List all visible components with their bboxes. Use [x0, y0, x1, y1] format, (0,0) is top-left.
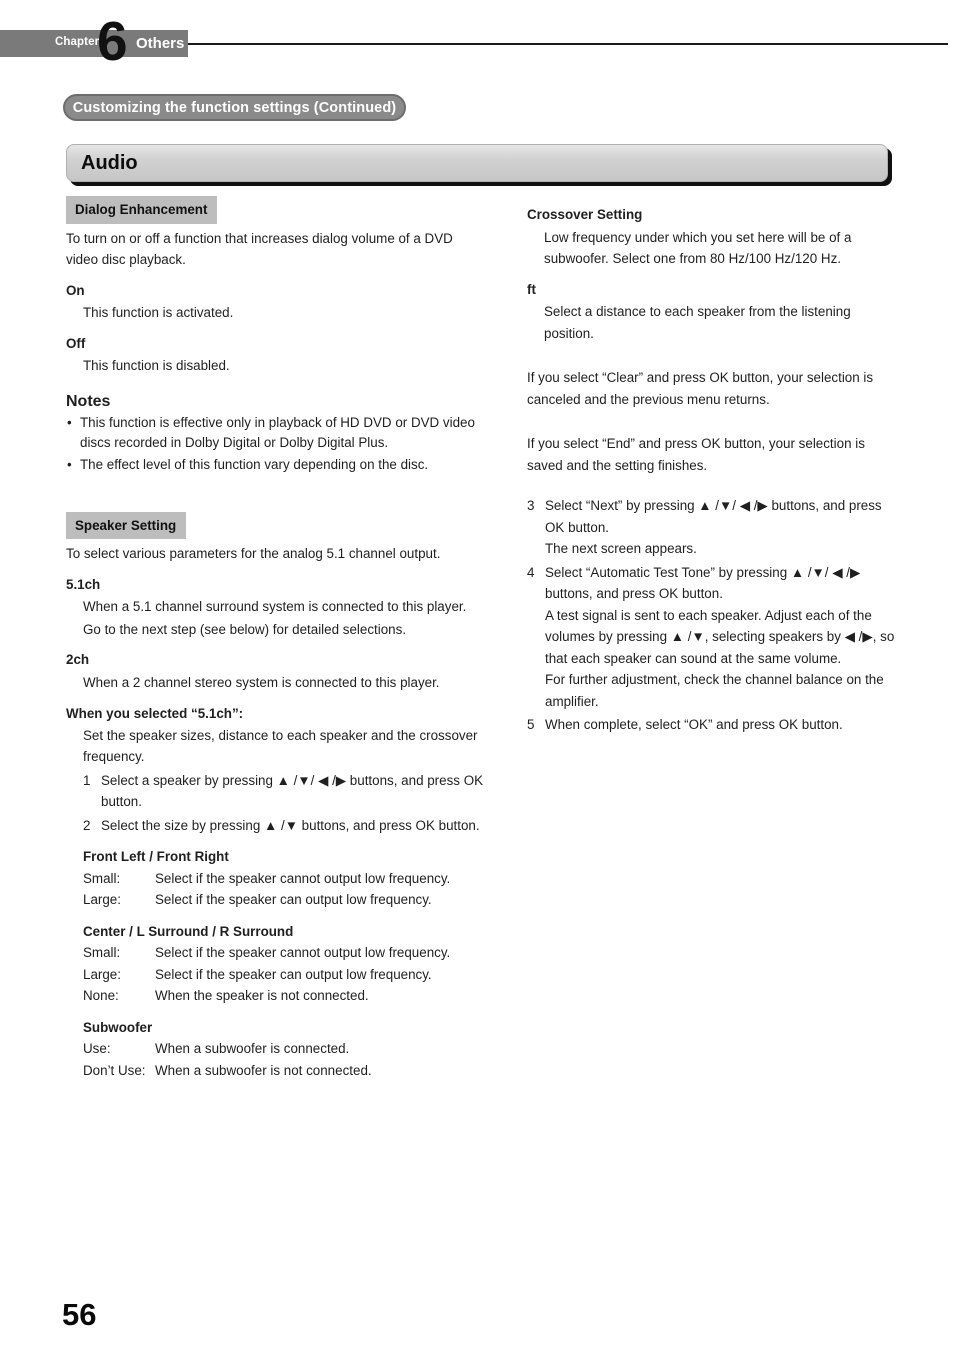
- step-2: 2 Select the size by pressing ▲ /▼ butto…: [83, 815, 486, 837]
- speaker-option-row: Small: Select if the speaker cannot outp…: [83, 942, 486, 964]
- option-value: Select if the speaker cannot output low …: [155, 870, 451, 886]
- crossover-term: Crossover Setting: [527, 207, 643, 222]
- option-term-off: Off: [66, 335, 86, 351]
- note-item: This function is effective only in playb…: [66, 413, 486, 452]
- step-text: Select “Next” by pressing ▲ /▼/ ◀ /▶ but…: [545, 498, 882, 535]
- speaker-option-row: None: When the speaker is not connected.: [83, 985, 486, 1007]
- speaker-option-row: Large: Select if the speaker can output …: [83, 889, 486, 911]
- ft-term: ft: [527, 281, 536, 297]
- section-bar-body: Audio: [66, 144, 888, 182]
- step-number: 2: [83, 817, 91, 833]
- speaker-group-name: Front Left / Front Right: [83, 849, 229, 864]
- speaker-group-name: Center / L Surround / R Surround: [83, 923, 294, 939]
- step-number: 5: [527, 717, 535, 732]
- speaker-option-row: Small: Select if the speaker cannot outp…: [83, 868, 486, 890]
- running-title-pill: Customizing the function settings (Conti…: [63, 94, 406, 121]
- option-value: When the speaker is not connected.: [155, 988, 369, 1003]
- chapter-rule: [188, 43, 948, 45]
- option-key: Small:: [83, 870, 121, 886]
- chapter-word: Chapter: [55, 36, 100, 48]
- selected-51ch-intro: Set the speaker sizes, distance to each …: [83, 727, 478, 765]
- step-number: 3: [527, 498, 535, 513]
- step-number: 4: [527, 564, 535, 580]
- step-4-sub: A test signal is sent to each speaker. A…: [545, 607, 895, 666]
- dialog-enhancement-intro: To turn on or off a function that increa…: [66, 230, 453, 268]
- option-def-51ch: When a 5.1 channel surround system is co…: [83, 599, 467, 614]
- section-bar: Audio: [66, 144, 892, 186]
- notes-list: This function is effective only in playb…: [66, 413, 486, 475]
- speaker-setting-block: Speaker Setting To select various parame…: [66, 511, 486, 1082]
- step-text: Select “Automatic Test Tone” by pressing…: [545, 564, 861, 602]
- speaker-setting-intro: To select various parameters for the ana…: [66, 546, 441, 561]
- option-key: Use:: [83, 1041, 111, 1056]
- ft-definition: Select a distance to each speaker from t…: [544, 304, 851, 341]
- speaker-option-row: Use: When a subwoofer is connected.: [83, 1038, 486, 1060]
- option-value: When a subwoofer is not connected.: [155, 1062, 372, 1078]
- selected-51ch-heading: When you selected “5.1ch”:: [66, 706, 244, 721]
- speaker-option-row: Large: Select if the speaker can output …: [83, 964, 486, 986]
- crossover-definition: Low frequency under which you set here w…: [544, 229, 852, 267]
- option-value: Select if the speaker can output low fre…: [155, 966, 432, 982]
- option-key: Don’t Use:: [83, 1062, 146, 1078]
- step-3-sub: The next screen appears.: [545, 541, 697, 556]
- page-number: 56: [62, 1297, 97, 1332]
- step-text: When complete, select “OK” and press OK …: [545, 717, 843, 732]
- step-5: 5 When complete, select “OK” and press O…: [527, 714, 897, 736]
- chapter-number: 6: [97, 10, 128, 72]
- step-4: 4 Select “Automatic Test Tone” by pressi…: [527, 562, 897, 605]
- option-def-off: This function is disabled.: [83, 358, 230, 373]
- dialog-enhancement-block: Dialog Enhancement To turn on or off a f…: [66, 196, 486, 475]
- step-1: 1 Select a speaker by pressing ▲ /▼/ ◀ /…: [83, 770, 486, 813]
- step-3: 3 Select “Next” by pressing ▲ /▼/ ◀ /▶ b…: [527, 495, 897, 538]
- step-number: 1: [83, 772, 91, 788]
- note-item: The effect level of this function vary d…: [66, 455, 486, 475]
- left-column: Dialog Enhancement To turn on or off a f…: [66, 196, 486, 1081]
- dialog-enhancement-tag: Dialog Enhancement: [66, 196, 218, 224]
- step-text: Select a speaker by pressing ▲ /▼/ ◀ /▶ …: [101, 772, 484, 810]
- speaker-option-row: Don’t Use: When a subwoofer is not conne…: [83, 1060, 486, 1082]
- option-term-51ch: 5.1ch: [66, 576, 101, 592]
- section-title: Audio: [81, 151, 138, 174]
- chapter-title: Others: [136, 35, 185, 52]
- end-note: If you select “End” and press OK button,…: [527, 436, 865, 473]
- option-def-on: This function is activated.: [83, 305, 234, 320]
- option-key: Large:: [83, 966, 121, 982]
- notes-heading: Notes: [66, 392, 111, 410]
- option-value: Select if the speaker cannot output low …: [155, 945, 451, 960]
- option-value: Select if the speaker can output low fre…: [155, 892, 432, 907]
- option-term-on: On: [66, 282, 85, 298]
- speaker-setting-tag: Speaker Setting: [66, 511, 187, 539]
- right-column: Crossover Setting Low frequency under wh…: [527, 196, 897, 736]
- option-key: Large:: [83, 892, 121, 907]
- option-term-2ch: 2ch: [66, 652, 90, 667]
- option-def-2ch: When a 2 channel stereo system is connec…: [83, 674, 440, 690]
- option-value: When a subwoofer is connected.: [155, 1041, 350, 1056]
- speaker-group-name: Subwoofer: [83, 1019, 153, 1035]
- option-key: None:: [83, 988, 119, 1003]
- option-key: Small:: [83, 945, 121, 960]
- step-text: Select the size by pressing ▲ /▼ buttons…: [101, 817, 480, 833]
- option-def-51ch-extra: Go to the next step (see below) for deta…: [83, 621, 407, 637]
- step-4-sub: For further adjustment, check the channe…: [545, 672, 884, 709]
- clear-note: If you select “Clear” and press OK butto…: [527, 370, 874, 407]
